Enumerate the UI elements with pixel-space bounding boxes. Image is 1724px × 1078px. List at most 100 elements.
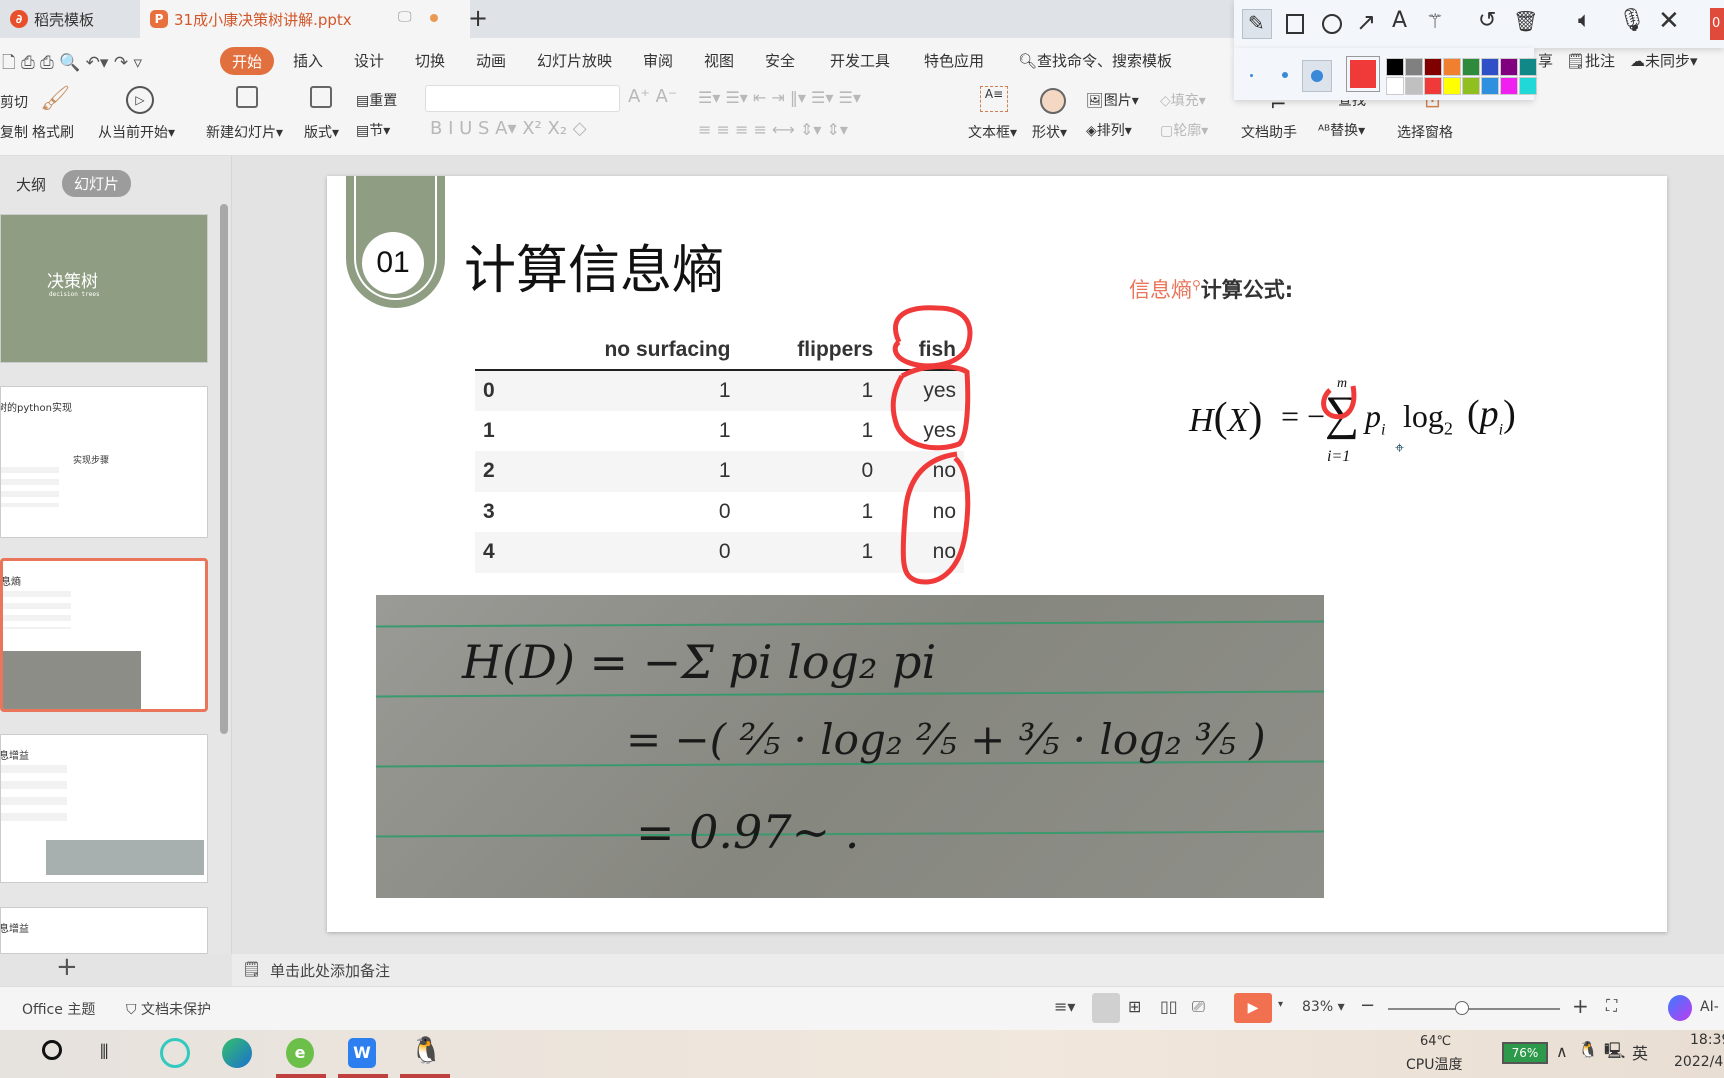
copy-button[interactable]: 复制 — [0, 122, 28, 142]
thumbnail-scrollbar[interactable] — [220, 204, 228, 734]
menu-animation[interactable]: 动画 — [476, 50, 506, 71]
font-style-buttons[interactable]: B I U S A▾ X² X₂ ◇ — [430, 118, 587, 139]
color-swatch[interactable] — [1386, 77, 1404, 95]
align-icons[interactable]: ≡ ≡ ≡ ≡ ⟷ ⇕▾ ⇕▾ — [698, 120, 848, 139]
notes-bar[interactable]: 🗒 单击此处添加备注 — [232, 954, 1724, 986]
pen-size-medium[interactable] — [1282, 72, 1288, 78]
menu-view[interactable]: 视图 — [704, 50, 734, 71]
menu-review[interactable]: 审阅 — [643, 50, 673, 71]
color-swatch[interactable] — [1462, 58, 1480, 76]
color-swatch[interactable] — [1462, 77, 1480, 95]
menu-security[interactable]: 安全 — [765, 50, 795, 71]
new-slide-button[interactable]: 新建幻灯片▾ — [206, 122, 283, 142]
ai-button[interactable]: AI- — [1700, 999, 1719, 1015]
slide-thumbnail-3-selected[interactable]: 息熵 — [0, 558, 208, 712]
pencil-icon[interactable]: ✎ — [1248, 11, 1265, 35]
slide-thumbnail-5[interactable]: 息增益 — [0, 907, 208, 954]
share-button[interactable]: 享 — [1538, 50, 1553, 71]
close-icon[interactable]: ✕ — [1658, 6, 1680, 36]
arrow-icon[interactable]: ↗ — [1356, 8, 1376, 36]
doc-assistant-button[interactable]: 文档助手 — [1241, 122, 1297, 142]
qq-icon[interactable]: 🐧 — [410, 1036, 442, 1066]
protect-status[interactable]: ⛉ 文档未保护 — [126, 999, 211, 1019]
paragraph-icons[interactable]: ☰▾ ☰▾ ⇤ ⇥ ‖▾ ☰▾ ☰▾ — [698, 88, 861, 107]
color-swatch[interactable] — [1481, 77, 1499, 95]
pen-size-small[interactable] — [1250, 74, 1253, 77]
ime-indicator[interactable]: 英 — [1632, 1040, 1648, 1064]
record-icon[interactable]: ⎚ — [1192, 997, 1205, 1017]
play-dropdown-icon[interactable]: ▾ — [1278, 999, 1283, 1010]
speaker-icon[interactable]: 🔈︎ — [1578, 8, 1591, 33]
ai-logo-icon[interactable] — [1668, 995, 1692, 1021]
color-swatch[interactable] — [1443, 77, 1461, 95]
outline-button[interactable]: ▢轮廓▾ — [1160, 120, 1208, 140]
color-swatch[interactable] — [1386, 58, 1404, 76]
text-icon[interactable]: A — [1392, 8, 1407, 33]
edge-icon[interactable] — [222, 1038, 252, 1068]
color-swatch[interactable] — [1500, 77, 1518, 95]
menu-transition[interactable]: 切换 — [415, 50, 445, 71]
zoom-slider-handle[interactable] — [1455, 1001, 1470, 1015]
shape-button[interactable]: 形状▾ — [1032, 122, 1067, 142]
menu-special-apps[interactable]: 特色应用 — [924, 50, 984, 71]
slide-thumbnail-1[interactable]: 决策树 decision trees — [0, 214, 208, 363]
zoom-out-button[interactable]: − — [1360, 995, 1375, 1016]
picture-button[interactable]: 🖼图片▾ — [1086, 90, 1139, 110]
slides-tab[interactable]: 幻灯片 — [62, 170, 132, 197]
slide-thumbnail-4[interactable]: 息增益 — [0, 734, 208, 883]
menu-insert[interactable]: 插入 — [293, 50, 323, 71]
cut-button[interactable]: 剪切 — [0, 92, 28, 112]
menu-home[interactable]: 开始 — [220, 47, 274, 75]
network-icon[interactable]: 🖳 — [1604, 1040, 1625, 1067]
color-swatch[interactable] — [1519, 77, 1537, 95]
menu-design[interactable]: 设计 — [354, 50, 384, 71]
color-swatch[interactable] — [1405, 77, 1423, 95]
search-circle-icon[interactable] — [42, 1040, 62, 1060]
reset-button[interactable]: ▤重置 — [356, 90, 397, 110]
current-color[interactable] — [1346, 56, 1380, 92]
mic-icon[interactable]: 🎙︎ — [1618, 8, 1646, 33]
color-swatch[interactable] — [1405, 58, 1423, 76]
notes-placeholder[interactable]: 单击此处添加备注 — [270, 960, 390, 981]
selection-pane-button[interactable]: 选择窗格 — [1397, 122, 1453, 142]
menu-slideshow[interactable]: 幻灯片放映 — [537, 50, 612, 71]
menu-developer[interactable]: 开发工具 — [830, 50, 890, 71]
reading-view-icon[interactable]: ▯▯ — [1160, 997, 1178, 1016]
color-swatch[interactable] — [1500, 58, 1518, 76]
pen-size-large[interactable] — [1302, 60, 1332, 92]
color-swatch[interactable] — [1443, 58, 1461, 76]
ie-browser-icon[interactable]: e — [286, 1038, 314, 1068]
color-swatch[interactable] — [1424, 77, 1442, 95]
monitor-icon[interactable]: 🖵 — [398, 9, 412, 25]
color-swatch[interactable] — [1481, 58, 1499, 76]
outline-tab[interactable]: 大纲 — [16, 174, 46, 195]
textbox-button[interactable]: 文本框▾ — [968, 122, 1017, 142]
sync-button[interactable]: ☁未同步▾ — [1630, 50, 1698, 71]
tray-expand-icon[interactable]: ∧ — [1556, 1042, 1568, 1061]
add-slide-button[interactable]: + — [56, 952, 78, 982]
sorter-view-icon[interactable]: ⊞ — [1128, 997, 1141, 1016]
slide-thumbnail-2[interactable]: 树的python实现 实现步骤 — [0, 386, 208, 538]
search-command[interactable]: 🔍︎查找命令、搜索模板 — [1018, 50, 1172, 71]
new-tab-button[interactable]: + — [468, 4, 488, 32]
normal-view-button[interactable] — [1092, 993, 1120, 1023]
clock-time[interactable]: 18:39 — [1690, 1032, 1724, 1048]
tray-qq-icon[interactable]: 🐧 — [1578, 1040, 1598, 1059]
zoom-in-button[interactable]: + — [1572, 994, 1589, 1018]
rectangle-icon[interactable] — [1286, 14, 1304, 34]
format-painter-button[interactable]: 格式刷 — [32, 122, 74, 142]
wps-icon[interactable]: W — [348, 1038, 376, 1068]
battery-indicator[interactable]: 76% — [1502, 1042, 1548, 1064]
zoom-level[interactable]: 83% ▾ — [1302, 999, 1345, 1015]
section-button[interactable]: ▤节▾ — [356, 120, 390, 140]
color-swatch[interactable] — [1519, 58, 1537, 76]
fill-button[interactable]: ◇填充▾ — [1160, 90, 1206, 110]
arrange-button[interactable]: ◈排列▾ — [1086, 120, 1132, 140]
zoom-slider[interactable] — [1388, 1008, 1560, 1010]
play-from-current-button[interactable]: 从当前开始▾ — [98, 122, 175, 142]
theme-name[interactable]: Office 主题 — [22, 999, 95, 1019]
play-slideshow-button[interactable]: ▶ — [1234, 993, 1272, 1023]
tab-pptx-document[interactable]: P 31成小康决策树讲解.pptx 🖵 — [140, 0, 470, 38]
app-icon-1[interactable] — [160, 1038, 190, 1068]
task-view-icon[interactable]: ⫴ — [100, 1040, 108, 1064]
